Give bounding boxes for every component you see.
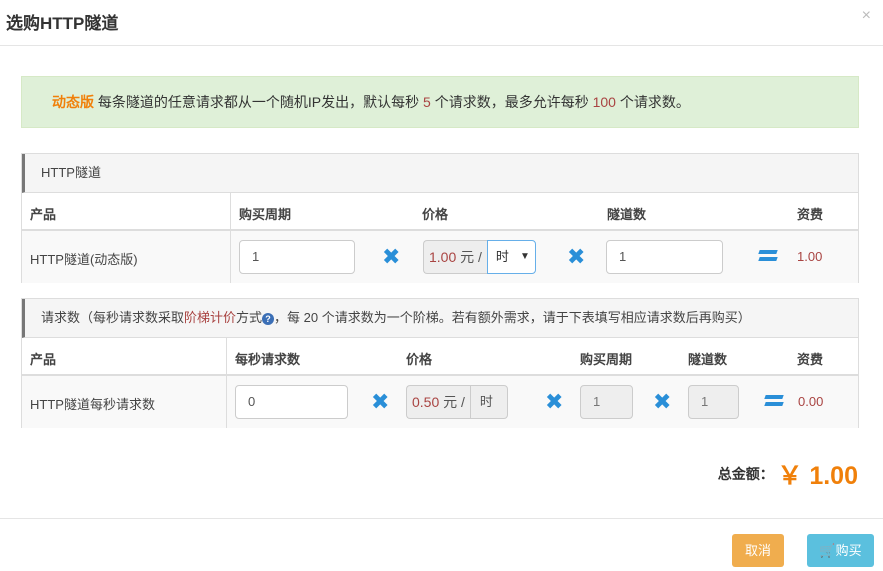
col-fee: 资费	[797, 207, 824, 222]
rps-input[interactable]: 0	[235, 385, 348, 419]
tunnel-panel-heading: HTTP隧道	[22, 154, 858, 193]
times-icon: ✖	[653, 389, 672, 414]
product-name: HTTP隧道每秒请求数	[30, 397, 155, 412]
price-value: 0.50	[412, 394, 440, 410]
price-value: 1.00	[429, 249, 457, 265]
alert-text-3: 个请求数。	[615, 94, 690, 110]
requests-fee: 0.00	[798, 394, 824, 409]
col-count: 隧道数	[688, 352, 728, 367]
default-rps: 5	[423, 94, 431, 110]
times-icon: ✖	[382, 244, 401, 269]
period-input[interactable]: 1	[239, 240, 355, 274]
table-row: HTTP隧道(动态版) 1 ✖ 1.00 元 / 时 ▼ ✖ 1 1.00	[22, 231, 858, 283]
close-icon[interactable]: ×	[862, 7, 871, 25]
unit-label: 时	[469, 385, 508, 419]
col-fee: 资费	[797, 352, 824, 367]
total-amount: 总金额： ￥ 1.00	[718, 456, 858, 492]
price-group: 0.50 元 / 时	[406, 385, 508, 419]
unit-selected: 时	[495, 249, 509, 264]
heading-pre: 请求数（每秒请求数采取	[41, 310, 185, 325]
requests-table-header: 产品 每秒请求数 价格 购买周期 隧道数 资费	[22, 338, 858, 376]
requests-panel: 请求数（每秒请求数采取阶梯计价方式? ，每 20 个请求数为一个阶梯。若有额外需求…	[21, 298, 859, 428]
tunnel-count-disabled: 1	[688, 385, 739, 419]
requests-panel-heading: 请求数（每秒请求数采取阶梯计价方式? ，每 20 个请求数为一个阶梯。若有额外需求…	[22, 299, 858, 338]
price-suffix: 元 /	[460, 249, 482, 265]
unit-select[interactable]: 时 ▼	[486, 240, 536, 274]
times-icon: ✖	[567, 244, 586, 269]
total-value: ￥ 1.00	[777, 462, 858, 490]
col-period: 购买周期	[580, 352, 633, 367]
cart-icon: 🛒	[819, 543, 836, 558]
edition-label: 动态版	[52, 94, 94, 110]
tunnel-count-input[interactable]: 1	[606, 240, 723, 274]
times-icon: ✖	[371, 389, 390, 414]
price-group: 1.00 元 / 时 ▼	[423, 240, 536, 274]
total-label: 总金额：	[717, 466, 774, 482]
col-price: 价格	[406, 352, 433, 367]
alert-text-1: 每条隧道的任意请求都从一个随机IP发出，默认每秒	[94, 94, 424, 110]
col-product: 产品	[30, 352, 57, 367]
buy-label: 购买	[835, 543, 862, 558]
equals-icon	[764, 395, 784, 407]
col-price: 价格	[422, 207, 449, 222]
heading-mid: 方式	[236, 310, 263, 325]
modal-title: 选购HTTP隧道	[6, 14, 119, 33]
col-product: 产品	[30, 207, 57, 222]
buy-button[interactable]: 🛒购买	[807, 534, 874, 567]
tiered-pricing-link[interactable]: 阶梯计价	[184, 310, 236, 325]
cancel-button[interactable]: 取消	[732, 534, 784, 567]
col-period: 购买周期	[239, 207, 292, 222]
price-suffix: 元 /	[443, 394, 465, 410]
times-icon: ✖	[545, 389, 564, 414]
modal-header: 选购HTTP隧道 ×	[0, 0, 883, 46]
question-circle-icon[interactable]: ?	[262, 313, 275, 325]
price-addon: 1.00 元 /	[423, 240, 487, 274]
heading-post: ，每 20 个请求数为一个阶梯。若有额外需求，请于下表填写相应请求数后再购买）	[274, 310, 751, 325]
modal-footer: 取消 🛒购买	[0, 518, 883, 571]
period-input-disabled: 1	[580, 385, 633, 419]
col-count: 隧道数	[607, 207, 647, 222]
tunnel-table-header: 产品 购买周期 价格 隧道数 资费	[22, 193, 858, 231]
product-name: HTTP隧道(动态版)	[30, 252, 138, 267]
alert-text-2: 个请求数，最多允许每秒	[430, 94, 593, 110]
info-alert: 动态版 每条隧道的任意请求都从一个随机IP发出，默认每秒 5 个请求数，最多允许…	[21, 76, 859, 128]
caret-down-icon: ▼	[520, 251, 530, 262]
tunnel-panel: HTTP隧道 产品 购买周期 价格 隧道数 资费 HTTP隧道(动态版) 1 ✖…	[21, 153, 859, 283]
tunnel-fee: 1.00	[797, 249, 823, 264]
col-rps: 每秒请求数	[235, 352, 301, 367]
equals-icon	[758, 250, 778, 262]
price-addon: 0.50 元 /	[406, 385, 470, 419]
table-row: HTTP隧道每秒请求数 0 ✖ 0.50 元 / 时 ✖ 1 ✖ 1 0.00	[22, 376, 858, 428]
max-rps: 100	[592, 94, 616, 110]
